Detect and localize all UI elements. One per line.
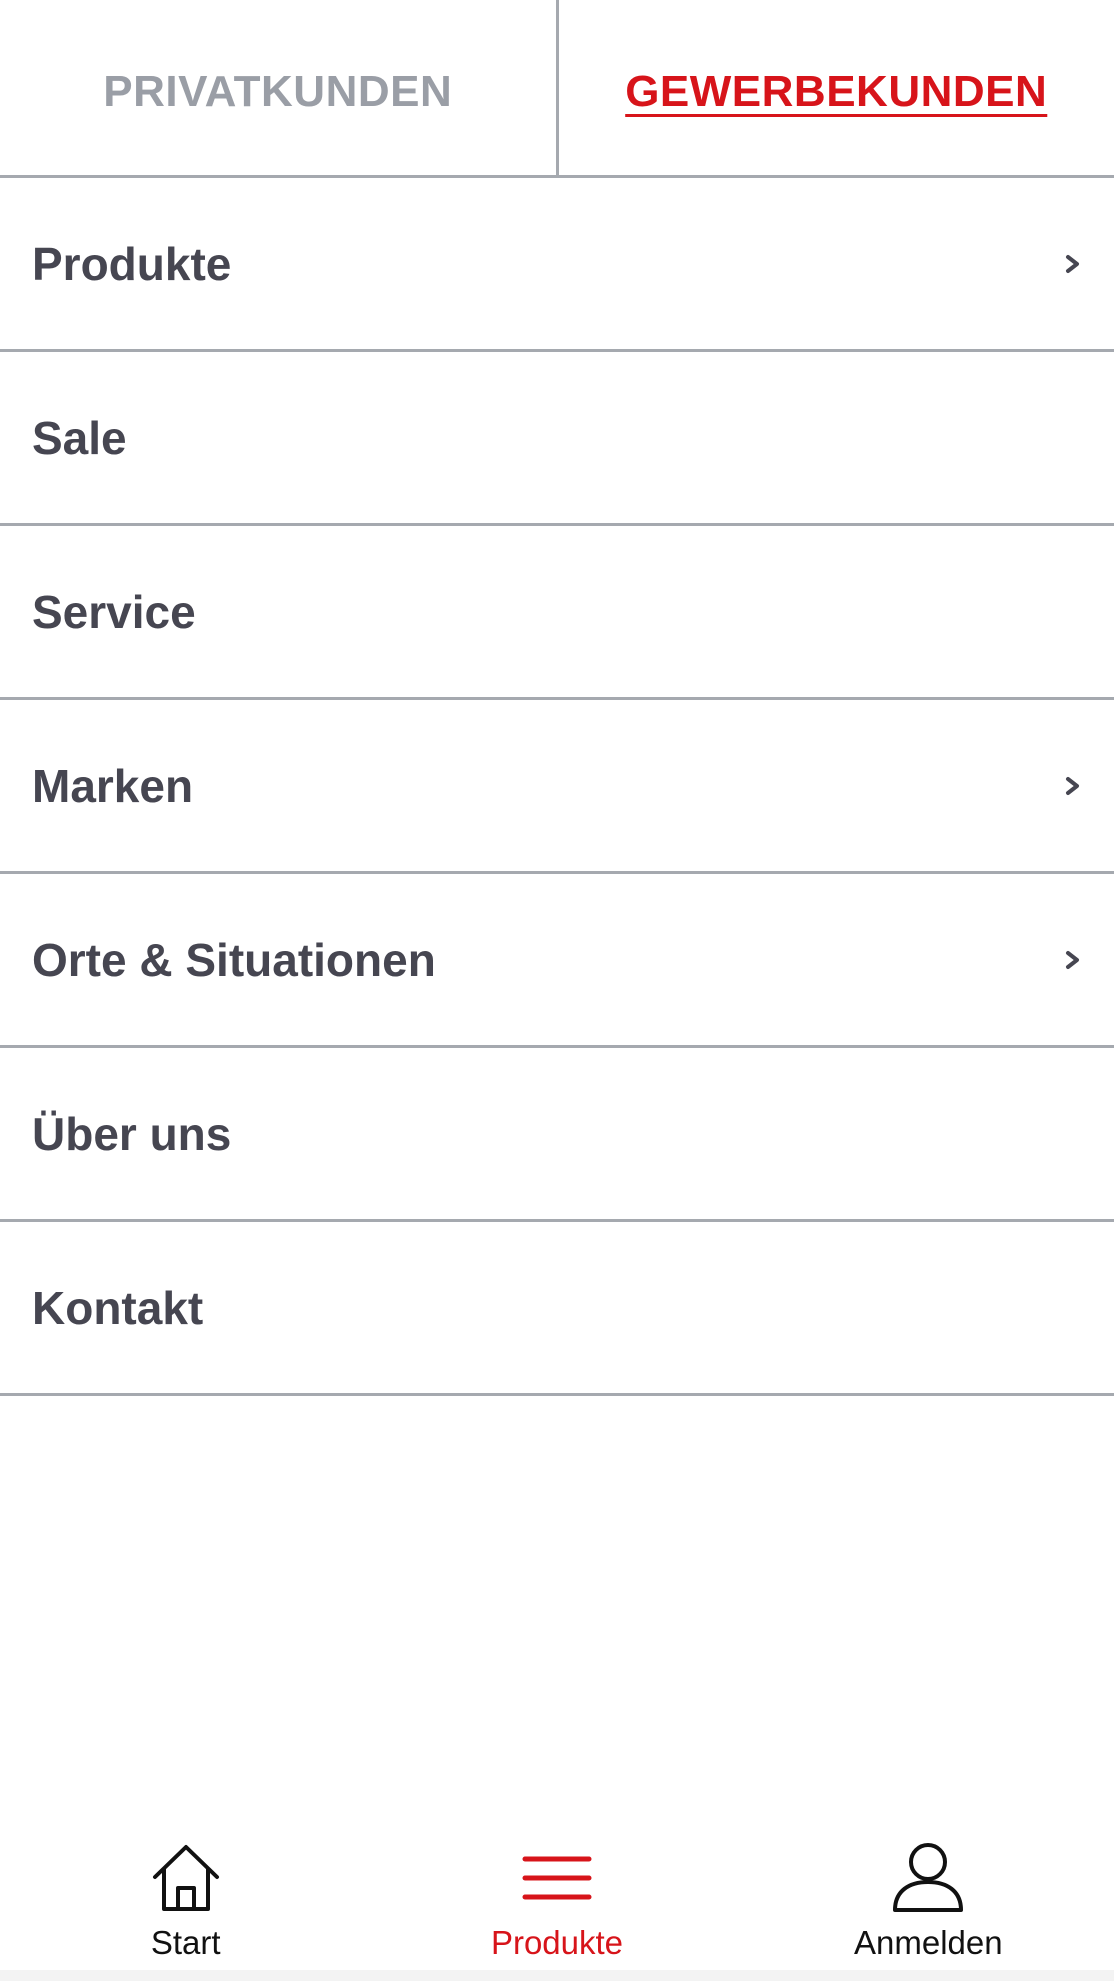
nav-produkte-label: Produkte — [490, 1924, 624, 1961]
system-bar-strip — [0, 1970, 1114, 1981]
menu-item-label: Produkte — [32, 237, 232, 290]
chevron-right-icon — [1066, 776, 1079, 795]
menu-item-label: Über uns — [32, 1107, 232, 1160]
tab-gewerbekunden[interactable]: GEWERBEKUNDEN — [559, 0, 1114, 175]
menu-item-kontakt[interactable]: Kontakt — [0, 1222, 1114, 1396]
menu-item-label: Kontakt — [32, 1281, 204, 1334]
nav-anmelden[interactable]: Anmelden — [743, 1816, 1114, 1981]
customer-type-tabs: PRIVATKUNDEN GEWERBEKUNDEN — [0, 0, 1114, 178]
chevron-right-icon — [1066, 254, 1079, 273]
main-menu: Produkte Sale Service Marken Orte & Situ… — [0, 178, 1114, 1396]
menu-item-label: Orte & Situationen — [32, 933, 436, 986]
menu-item-label: Service — [32, 585, 196, 638]
user-icon — [893, 1843, 964, 1912]
nav-anmelden-label: Anmelden — [854, 1924, 1003, 1961]
nav-start-label: Start — [150, 1924, 221, 1961]
menu-item-marken[interactable]: Marken — [0, 700, 1114, 874]
menu-item-orte-situationen[interactable]: Orte & Situationen — [0, 874, 1114, 1048]
bottom-navigation: Start Produkte Anmelden — [0, 1816, 1114, 1981]
menu-item-sale[interactable]: Sale — [0, 352, 1114, 526]
menu-item-ueber-uns[interactable]: Über uns — [0, 1048, 1114, 1222]
menu-item-label: Marken — [32, 759, 194, 812]
home-icon — [152, 1845, 219, 1911]
nav-start[interactable]: Start — [0, 1816, 371, 1981]
nav-produkte[interactable]: Produkte — [371, 1816, 742, 1981]
menu-item-service[interactable]: Service — [0, 526, 1114, 700]
menu-item-produkte[interactable]: Produkte — [0, 178, 1114, 352]
menu-icon — [522, 1856, 592, 1900]
chevron-right-icon — [1066, 950, 1079, 969]
tab-privatkunden[interactable]: PRIVATKUNDEN — [0, 0, 559, 175]
menu-item-label: Sale — [32, 411, 127, 464]
